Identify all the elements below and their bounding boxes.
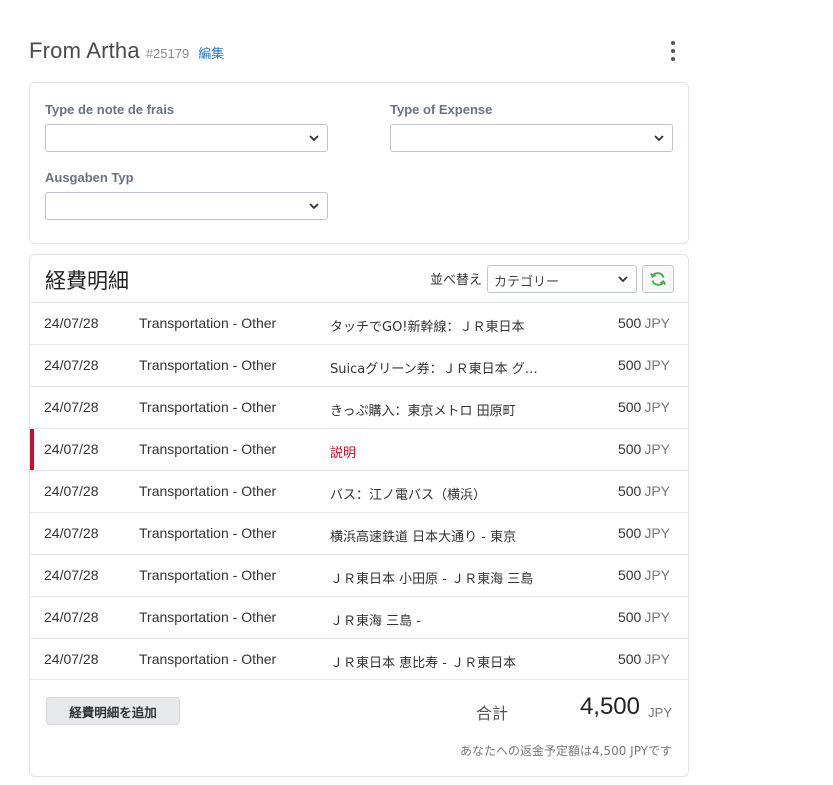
row-currency: JPY	[644, 483, 670, 499]
row-amount-value: 500	[617, 567, 642, 583]
table-row[interactable]: 24/07/28 Transportation - Other Suicaグリーン券…	[30, 344, 688, 386]
row-description: きっぷ購入：東京メトロ 田原町	[330, 404, 516, 419]
row-currency: JPY	[644, 315, 670, 331]
field-label-type-de-note: Type de note de frais	[45, 102, 175, 117]
row-amount-value: 500	[617, 609, 642, 625]
row-amount: 500 JPY	[618, 399, 670, 415]
total-label: 合計	[476, 704, 509, 723]
kebab-menu-icon[interactable]	[664, 40, 682, 62]
row-currency: JPY	[644, 567, 670, 583]
type-de-note-select[interactable]	[45, 124, 328, 152]
row-amount: 500 JPY	[618, 357, 670, 373]
row-amount-value: 500	[617, 525, 642, 541]
row-description: Suicaグリーン券：ＪＲ東日本 グリーン券	[330, 362, 545, 377]
row-amount-value: 500	[617, 651, 642, 667]
row-currency: JPY	[644, 441, 670, 457]
total-value: 4,500	[579, 693, 640, 720]
table-row[interactable]: 24/07/28 Transportation - Other 横浜高速鉄道 日本大…	[30, 512, 688, 554]
row-category: Transportation - Other	[139, 567, 277, 583]
row-amount: 500 JPY	[618, 609, 670, 625]
report-id: #25179	[145, 46, 190, 61]
table-row[interactable]: 24/07/28 Transportation - Other ＪＲ東日本 恵比寿 …	[30, 638, 688, 680]
table-row[interactable]: 24/07/28 Transportation - Other きっぷ購入：東京メト…	[30, 386, 688, 428]
row-amount: 500 JPY	[618, 315, 670, 331]
row-category: Transportation - Other	[139, 609, 277, 625]
total-currency: JPY	[648, 705, 672, 720]
row-description: ＪＲ東日本 小田原 - ＪＲ東海 三島	[330, 572, 534, 587]
row-currency: JPY	[644, 357, 670, 373]
row-amount-value: 500	[617, 399, 642, 415]
refund-note: あなたへの返金予定額は4,500 JPYです	[459, 744, 672, 758]
table-row[interactable]: 24/07/28 Transportation - Other 説明 500 JPY	[30, 428, 688, 470]
table-row[interactable]: 24/07/28 Transportation - Other タッチでGO!新幹線…	[30, 302, 688, 344]
expense-lines-card: 経費明細 並べ替え カテゴリー 24/07/28 Transportation -…	[29, 254, 689, 777]
chevron-down-icon	[309, 203, 319, 210]
row-amount-value: 500	[617, 483, 642, 499]
row-currency: JPY	[644, 651, 670, 667]
row-amount-value: 500	[617, 357, 642, 373]
row-amount: 500 JPY	[618, 525, 670, 541]
row-category: Transportation - Other	[139, 441, 277, 457]
row-category: Transportation - Other	[139, 651, 277, 667]
row-currency: JPY	[644, 399, 670, 415]
row-category: Transportation - Other	[139, 357, 277, 373]
row-category: Transportation - Other	[139, 525, 277, 541]
sort-select[interactable]: カテゴリー	[487, 265, 637, 293]
table-row[interactable]: 24/07/28 Transportation - Other ＪＲ東海 三島 - 5…	[30, 596, 688, 638]
row-currency: JPY	[644, 609, 670, 625]
row-amount: 500 JPY	[618, 567, 670, 583]
row-date: 24/07/28	[44, 651, 99, 667]
row-date: 24/07/28	[44, 441, 99, 457]
report-title: From Artha	[29, 38, 140, 63]
sort-select-value: カテゴリー	[494, 275, 560, 290]
expense-lines-title: 経費明細	[45, 269, 129, 293]
row-description: 説明	[330, 446, 357, 461]
chevron-down-icon	[309, 135, 319, 142]
row-amount: 500 JPY	[618, 651, 670, 667]
row-date: 24/07/28	[44, 357, 99, 373]
row-description: ＪＲ東日本 恵比寿 - ＪＲ東日本	[330, 656, 517, 671]
refresh-icon	[649, 272, 667, 286]
row-category: Transportation - Other	[139, 483, 277, 499]
ausgaben-typ-select[interactable]	[45, 192, 328, 220]
row-amount-value: 500	[617, 441, 642, 457]
row-amount: 500 JPY	[618, 483, 670, 499]
row-date: 24/07/28	[44, 567, 99, 583]
row-description: バス：江ノ電バス（横浜）	[330, 488, 487, 503]
row-category: Transportation - Other	[139, 315, 277, 331]
field-label-type-of-expense: Type of Expense	[390, 102, 493, 117]
row-description: ＪＲ東海 三島 -	[330, 614, 421, 629]
report-header: From Artha #25179 編集	[29, 38, 224, 64]
chevron-down-icon	[618, 276, 628, 283]
row-description: タッチでGO!新幹線：ＪＲ東日本	[330, 320, 525, 335]
edit-link[interactable]: 編集	[198, 43, 224, 62]
add-expense-line-button[interactable]: 経費明細を追加	[46, 697, 180, 725]
refresh-button[interactable]	[642, 265, 674, 293]
row-date: 24/07/28	[44, 315, 99, 331]
field-label-ausgaben-typ: Ausgaben Typ	[45, 170, 134, 185]
row-date: 24/07/28	[44, 525, 99, 541]
row-date: 24/07/28	[44, 483, 99, 499]
row-date: 24/07/28	[44, 399, 99, 415]
type-of-expense-select[interactable]	[390, 124, 673, 152]
row-category: Transportation - Other	[139, 399, 277, 415]
expense-lines-list: 24/07/28 Transportation - Other タッチでGO!新幹線…	[30, 302, 688, 680]
table-row[interactable]: 24/07/28 Transportation - Other バス：江ノ電バス（横…	[30, 470, 688, 512]
row-amount: 500 JPY	[618, 441, 670, 457]
sort-label: 並べ替え	[430, 273, 483, 288]
custom-fields-card: Type de note de frais Type of Expense Au…	[29, 82, 689, 244]
row-currency: JPY	[644, 525, 670, 541]
table-row[interactable]: 24/07/28 Transportation - Other ＪＲ東日本 小田原 …	[30, 554, 688, 596]
row-amount-value: 500	[617, 315, 642, 331]
row-date: 24/07/28	[44, 609, 99, 625]
row-description: 横浜高速鉄道 日本大通り - 東京	[330, 530, 517, 545]
chevron-down-icon	[654, 135, 664, 142]
